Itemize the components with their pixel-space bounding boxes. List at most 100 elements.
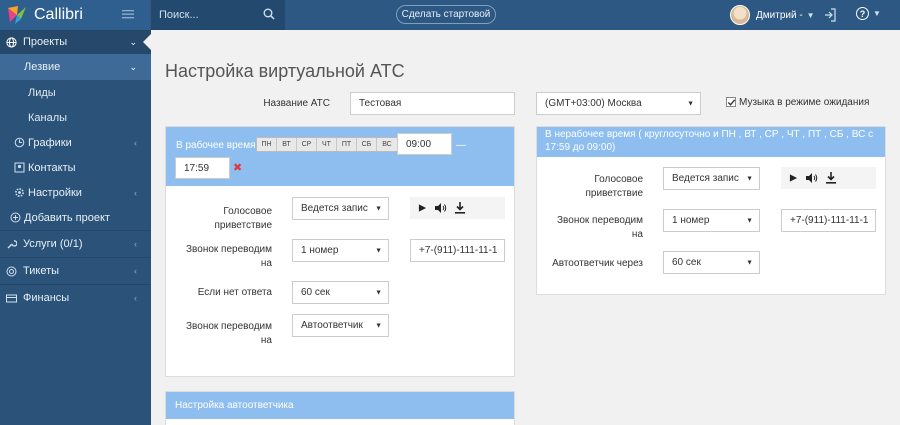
autoanswer-panel: Настройка автоответчика [165, 391, 515, 425]
sidebar-item-channels[interactable]: Каналы [0, 105, 151, 130]
sidebar-item-tickets[interactable]: Тикеты ‹ [0, 257, 151, 284]
sidebar: Проекты ⌄ Лезвие ⌄ Лиды Каналы Графики ‹… [0, 30, 151, 425]
no-answer-label: Если нет ответа [197, 287, 272, 298]
transfer2-select[interactable]: Автоответчик ▼ [292, 314, 389, 337]
chevron-left-icon: ‹ [134, 187, 137, 198]
wrench-icon [7, 239, 17, 248]
transfer-select[interactable]: 1 номер ▼ [292, 239, 389, 262]
transfer-select[interactable]: 1 номер ▼ [663, 209, 760, 232]
sidebar-item-leads[interactable]: Лиды [0, 80, 151, 105]
day-toggle[interactable]: ВТ [277, 138, 297, 151]
timezone-select[interactable]: (GMT+03:00) Москва ▼ [536, 92, 701, 115]
no-answer-select[interactable]: 60 сек ▼ [292, 281, 389, 304]
day-toggle[interactable]: СБ [357, 138, 377, 151]
day-toggle[interactable]: ЧТ [317, 138, 337, 151]
caret-down-icon: ▼ [746, 259, 753, 266]
sidebar-item-add-project[interactable]: Добавить проект [0, 205, 151, 230]
sidebar-item-label: Графики [28, 136, 72, 149]
transfer-label: на [631, 229, 643, 240]
sidebar-item-charts[interactable]: Графики ‹ [0, 130, 151, 155]
sidebar-item-finance[interactable]: Финансы ‹ [0, 284, 151, 311]
off-hours-title: В нерабочее время ( круглосуточно и ПН ,… [545, 129, 874, 140]
caret-down-icon: ▼ [687, 100, 694, 107]
audio-player [781, 167, 876, 189]
caret-down-icon: ▼ [375, 205, 382, 212]
app-name: Callibri [34, 6, 83, 23]
caret-down-icon: ▼ [375, 322, 382, 329]
day-toggle[interactable]: СР [297, 138, 317, 151]
help-icon: ? [856, 7, 869, 20]
day-toggle[interactable]: ВС [377, 138, 397, 151]
logout-icon[interactable] [824, 8, 836, 22]
day-toggle[interactable]: ПТ [337, 138, 357, 151]
sidebar-item-label: Каналы [28, 111, 68, 124]
autoanswer-label: Автоответчик через [552, 258, 643, 269]
remove-time-icon[interactable]: ✖ [233, 161, 242, 174]
sidebar-item-label: Услуги (0/1) [23, 238, 83, 250]
transfer2-label: Звонок переводим [186, 321, 272, 332]
phone-input[interactable]: +7-(911)-111-11-1 [781, 209, 876, 232]
sidebar-item-label: Добавить проект [24, 211, 110, 224]
play-icon[interactable] [418, 203, 427, 213]
autoanswer-select[interactable]: 60 сек ▼ [663, 251, 760, 274]
make-start-page-button[interactable]: Сделать стартовой [396, 5, 496, 24]
volume-icon[interactable] [435, 203, 447, 213]
download-icon[interactable] [826, 172, 836, 184]
greeting-label: приветствие [214, 220, 273, 231]
chevron-left-icon: ‹ [134, 266, 137, 276]
sidebar-item-projects[interactable]: Проекты ⌄ [0, 30, 151, 54]
phone-input[interactable]: +7-(911)-111-11-1 [410, 239, 505, 262]
menu-toggle-icon[interactable] [122, 8, 134, 20]
sidebar-item-settings[interactable]: Настройки ‹ [0, 180, 151, 205]
music-checkbox[interactable] [726, 97, 736, 107]
caret-down-icon: ▼ [375, 289, 382, 296]
plus-circle-icon [10, 212, 21, 223]
greeting-select[interactable]: Ведется запис ▼ [663, 167, 760, 190]
greeting-label: Голосовое [223, 206, 272, 217]
transfer2-label: на [260, 335, 272, 346]
transfer-label: Звонок переводим [186, 244, 272, 255]
sidebar-item-contacts[interactable]: Контакты [0, 155, 151, 180]
day-toggle[interactable]: ПН [257, 138, 277, 151]
work-hours-panel: В рабочее время ПН ВТ СР ЧТ ПТ СБ ВС 09:… [165, 126, 515, 377]
play-icon[interactable] [789, 173, 798, 183]
caret-down-icon: ▼ [746, 175, 753, 182]
search-input[interactable] [159, 9, 259, 21]
search-icon[interactable] [263, 8, 275, 20]
download-icon[interactable] [455, 202, 465, 214]
caret-down-icon: ▼ [746, 217, 753, 224]
sidebar-item-label: Настройки [28, 186, 82, 199]
sidebar-item-label: Контакты [28, 161, 76, 174]
sidebar-item-services[interactable]: Услуги (0/1) ‹ [0, 230, 151, 257]
volume-icon[interactable] [806, 173, 818, 183]
off-hours-panel: В нерабочее время ( круглосуточно и ПН ,… [536, 126, 886, 295]
user-menu[interactable]: Дмитрий - ▼ [730, 4, 815, 26]
timezone-value: (GMT+03:00) Москва [545, 98, 642, 109]
time-to-input[interactable]: 17:59 [175, 157, 230, 179]
sidebar-item-lezvie[interactable]: Лезвие ⌄ [0, 54, 151, 80]
avatar [730, 5, 750, 25]
ats-name-label: Название АТС [263, 98, 330, 109]
greeting-value: Ведется запис [672, 173, 739, 184]
help-menu[interactable]: ? ▼ [856, 7, 881, 20]
globe-icon [6, 36, 17, 48]
chevron-down-icon: ▼ [873, 9, 881, 18]
ats-name-input[interactable]: Тестовая [350, 92, 515, 115]
sidebar-item-label: Тикеты [23, 265, 60, 277]
sidebar-item-label: Лиды [28, 86, 56, 99]
work-hours-header: В рабочее время ПН ВТ СР ЧТ ПТ СБ ВС 09:… [166, 127, 514, 186]
lifebuoy-icon [6, 266, 17, 276]
top-bar: Callibri Сделать стартовой Дмитрий - ▼ ?… [0, 0, 900, 30]
credit-card-icon [6, 294, 17, 302]
greeting-select[interactable]: Ведется запис ▼ [292, 197, 389, 220]
sidebar-item-label: Проекты [23, 36, 68, 48]
music-label: Музыка в режиме ожидания [739, 97, 870, 108]
chevron-left-icon: ‹ [134, 137, 137, 148]
work-hours-title: В рабочее время [176, 140, 256, 151]
chevron-down-icon: ⌄ [129, 61, 137, 72]
audio-player [410, 197, 505, 219]
clock-icon [14, 137, 25, 148]
transfer-value: 1 номер [301, 245, 339, 256]
time-from-input[interactable]: 09:00 [397, 133, 452, 155]
greeting-label: Голосовое [594, 174, 643, 185]
